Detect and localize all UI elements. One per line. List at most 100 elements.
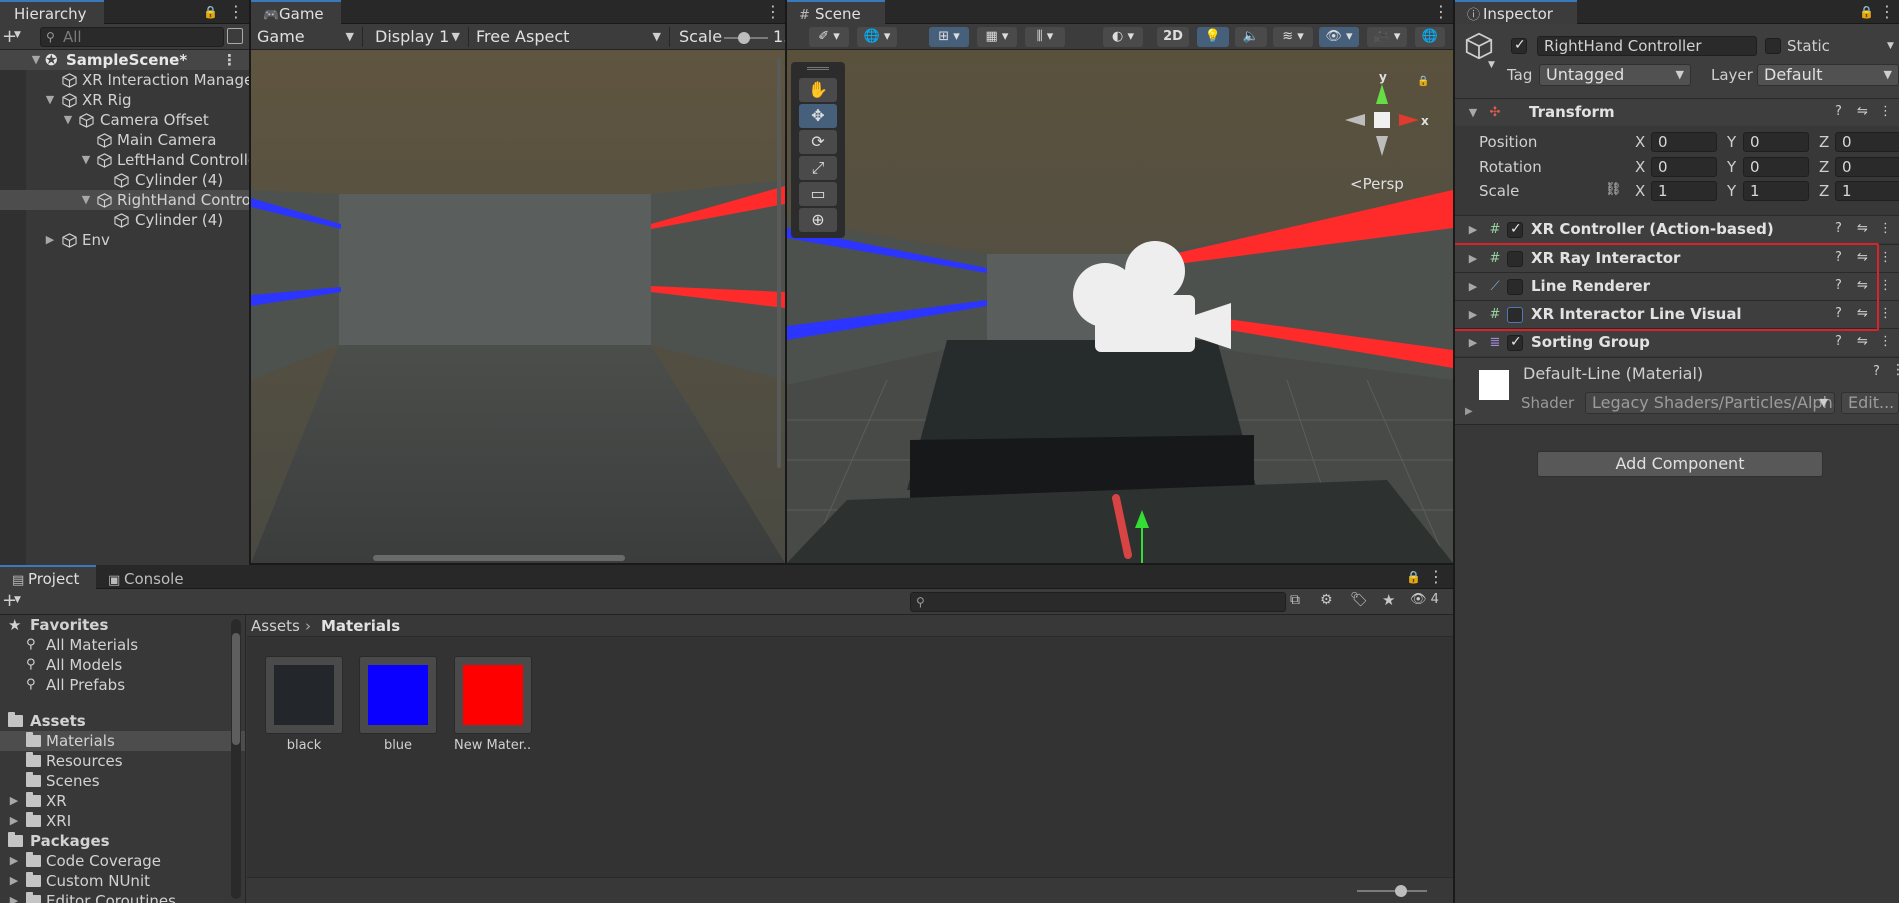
tab-project[interactable]: ▤ Project	[0, 565, 96, 589]
lock-icon[interactable]: 🔒	[1406, 567, 1421, 587]
rotation-z-field[interactable]: 0	[1835, 157, 1899, 177]
position-y-field[interactable]: 0	[1743, 132, 1809, 152]
fold-arrow-right-icon[interactable]: ▶	[8, 871, 20, 891]
component-enabled-checkbox[interactable]	[1507, 221, 1523, 238]
preset-icon[interactable]: ⇋	[1857, 334, 1868, 349]
preset-icon[interactable]: ⇋	[1857, 221, 1868, 236]
filter-by-type-icon[interactable]: ⚙	[1320, 592, 1333, 608]
kebab-menu-icon[interactable]: ⋮	[1879, 334, 1892, 349]
help-icon[interactable]: ?	[1873, 364, 1880, 379]
hidden-packages-icon[interactable]: 👁 4	[1410, 592, 1439, 607]
folder-item-xri[interactable]: ▶ XRI	[0, 811, 245, 831]
fold-arrow-right-icon[interactable]: ▶	[8, 791, 20, 811]
kebab-menu-icon[interactable]: ⋮	[1879, 278, 1892, 293]
favorites-header[interactable]: ★ Favorites	[0, 615, 245, 635]
audio-toggle-button[interactable]: 🔈	[1235, 27, 1267, 47]
help-icon[interactable]: ?	[1835, 221, 1842, 236]
chevron-down-icon[interactable]: ▼	[14, 30, 21, 40]
material-preview-swatch[interactable]	[1479, 370, 1509, 400]
move-tool-button[interactable]: ✥	[799, 104, 837, 128]
package-item[interactable]: ▶ Code Coverage	[0, 851, 245, 871]
breadcrumb-current[interactable]: Materials	[321, 615, 400, 637]
gizmos-button[interactable]: 🌐	[1415, 27, 1445, 47]
folder-item-resources[interactable]: Resources	[0, 751, 245, 771]
package-item[interactable]: ▶ Custom NUnit	[0, 871, 245, 891]
game-horizontal-scrollbar[interactable]	[373, 555, 625, 561]
display-dropdown[interactable]: Display 1 ▼	[369, 27, 469, 47]
hierarchy-row-righthand-controller[interactable]: ▼ RightHand Controller	[0, 190, 249, 210]
fold-arrow-right-icon[interactable]: ▶	[8, 851, 20, 871]
scene-search-icon[interactable]	[227, 28, 243, 44]
scale-x-field[interactable]: 1	[1651, 181, 1717, 201]
tab-hierarchy[interactable]: Hierarchy	[0, 0, 104, 24]
grid-snap-button[interactable]: ▦ ▾	[977, 27, 1017, 47]
add-component-button[interactable]: Add Component	[1537, 451, 1823, 477]
kebab-menu-icon[interactable]: ⋮	[1879, 221, 1892, 236]
breadcrumb-root[interactable]: Assets	[251, 615, 300, 637]
hierarchy-row-camera-offset[interactable]: ▼ Camera Offset	[0, 110, 249, 130]
package-item[interactable]: ▶ Editor Coroutines	[0, 891, 245, 903]
fold-arrow-right-icon[interactable]: ▶	[1467, 223, 1479, 236]
game-viewport[interactable]	[251, 50, 785, 563]
favorite-item[interactable]: ⚲ All Prefabs	[0, 675, 245, 695]
fold-arrow-right-icon[interactable]: ▶	[8, 891, 20, 903]
filter-by-label-icon[interactable]: 🏷	[1350, 592, 1368, 608]
visibility-toggle-button[interactable]: 👁 ▾	[1319, 27, 1359, 47]
help-icon[interactable]: ?	[1835, 104, 1842, 119]
component-header-sorting-group[interactable]: ▶ ≣ Sorting Group ? ⇋ ⋮	[1455, 328, 1899, 356]
scale-z-field[interactable]: 1	[1835, 181, 1899, 201]
gizmo-lock-icon[interactable]: 🔒	[1417, 76, 1429, 87]
layer-dropdown[interactable]: Default ▼	[1757, 64, 1899, 86]
fold-arrow-right-icon[interactable]: ▶	[1465, 406, 1473, 417]
game-vertical-scrollbar[interactable]	[777, 58, 781, 468]
lighting-toggle-button[interactable]: 💡	[1197, 27, 1229, 47]
shading-mode-button[interactable]: ◐ ▾	[1103, 27, 1143, 47]
constrain-proportions-icon[interactable]: ⛓	[1605, 182, 1622, 197]
kebab-menu-icon[interactable]: ⋮	[765, 2, 781, 22]
static-dropdown-arrow[interactable]: ▼	[1887, 41, 1894, 51]
game-mode-dropdown[interactable]: Game ▼	[251, 27, 363, 47]
fold-arrow-right-icon[interactable]: ▶	[8, 811, 20, 831]
component-enabled-checkbox[interactable]	[1507, 334, 1523, 351]
fold-arrow-icon[interactable]: ▼	[44, 90, 56, 110]
kebab-menu-icon[interactable]: ⋮	[228, 2, 244, 22]
camera-gizmo-icon[interactable]	[1055, 237, 1235, 367]
search-by-type-icon[interactable]: ⧉	[1290, 592, 1300, 608]
hierarchy-row-cylinder-right[interactable]: Cylinder (4)	[0, 210, 249, 230]
kebab-menu-icon[interactable]: ⋮	[1879, 2, 1895, 22]
transform-tool-button[interactable]: ⊕	[799, 208, 837, 232]
move-snap-button[interactable]: ⊞ ▾	[929, 27, 969, 47]
rotation-x-field[interactable]: 0	[1651, 157, 1717, 177]
rotation-y-field[interactable]: 0	[1743, 157, 1809, 177]
hierarchy-search-input[interactable]: ⚲ All	[40, 27, 224, 47]
object-name-field[interactable]: RightHand Controller	[1537, 36, 1757, 56]
shader-dropdown[interactable]: Legacy Shaders/Particles/Alpha ▼	[1585, 392, 1835, 414]
folder-item-scenes[interactable]: Scenes	[0, 771, 245, 791]
tab-console[interactable]: ▣ Console	[96, 565, 196, 589]
hierarchy-row-xr-interaction-manager[interactable]: XR Interaction Manager	[0, 70, 249, 90]
fold-arrow-icon[interactable]: ▼	[30, 50, 42, 70]
lock-icon[interactable]: 🔒	[203, 2, 218, 22]
scale-slider-thumb[interactable]	[738, 32, 750, 44]
hand-tool-button[interactable]: ✋	[799, 78, 837, 102]
tab-scene[interactable]: # Scene	[787, 0, 885, 24]
fold-arrow-right-icon[interactable]: ▶	[1467, 336, 1479, 349]
global-button[interactable]: 🌐 ▾	[857, 27, 897, 47]
tab-game[interactable]: 🎮Game	[251, 0, 341, 24]
lock-icon[interactable]: 🔒	[1859, 2, 1874, 22]
tab-inspector[interactable]: ⓘ Inspector	[1455, 0, 1577, 24]
rect-tool-button[interactable]: ▭	[799, 182, 837, 206]
folder-item-xr[interactable]: ▶ XR	[0, 791, 245, 811]
scale-slider[interactable]	[724, 32, 768, 44]
fold-arrow-icon[interactable]: ▼	[80, 150, 92, 170]
asset-material-black[interactable]: black	[265, 656, 343, 753]
position-z-field[interactable]: 0	[1835, 132, 1899, 152]
draw-mode-button[interactable]: ✐ ▾	[809, 27, 849, 47]
scrollbar-thumb[interactable]	[232, 633, 240, 745]
thumbnail-size-slider[interactable]	[1357, 885, 1427, 897]
increment-snap-button[interactable]: ⫼ ▾	[1025, 27, 1065, 47]
shader-edit-button[interactable]: Edit...	[1841, 392, 1899, 414]
hierarchy-row-xr-rig[interactable]: ▼ XR Rig	[0, 90, 249, 110]
rotate-tool-button[interactable]: ⟳	[799, 130, 837, 154]
hierarchy-row-env[interactable]: ▶ Env	[0, 230, 249, 250]
